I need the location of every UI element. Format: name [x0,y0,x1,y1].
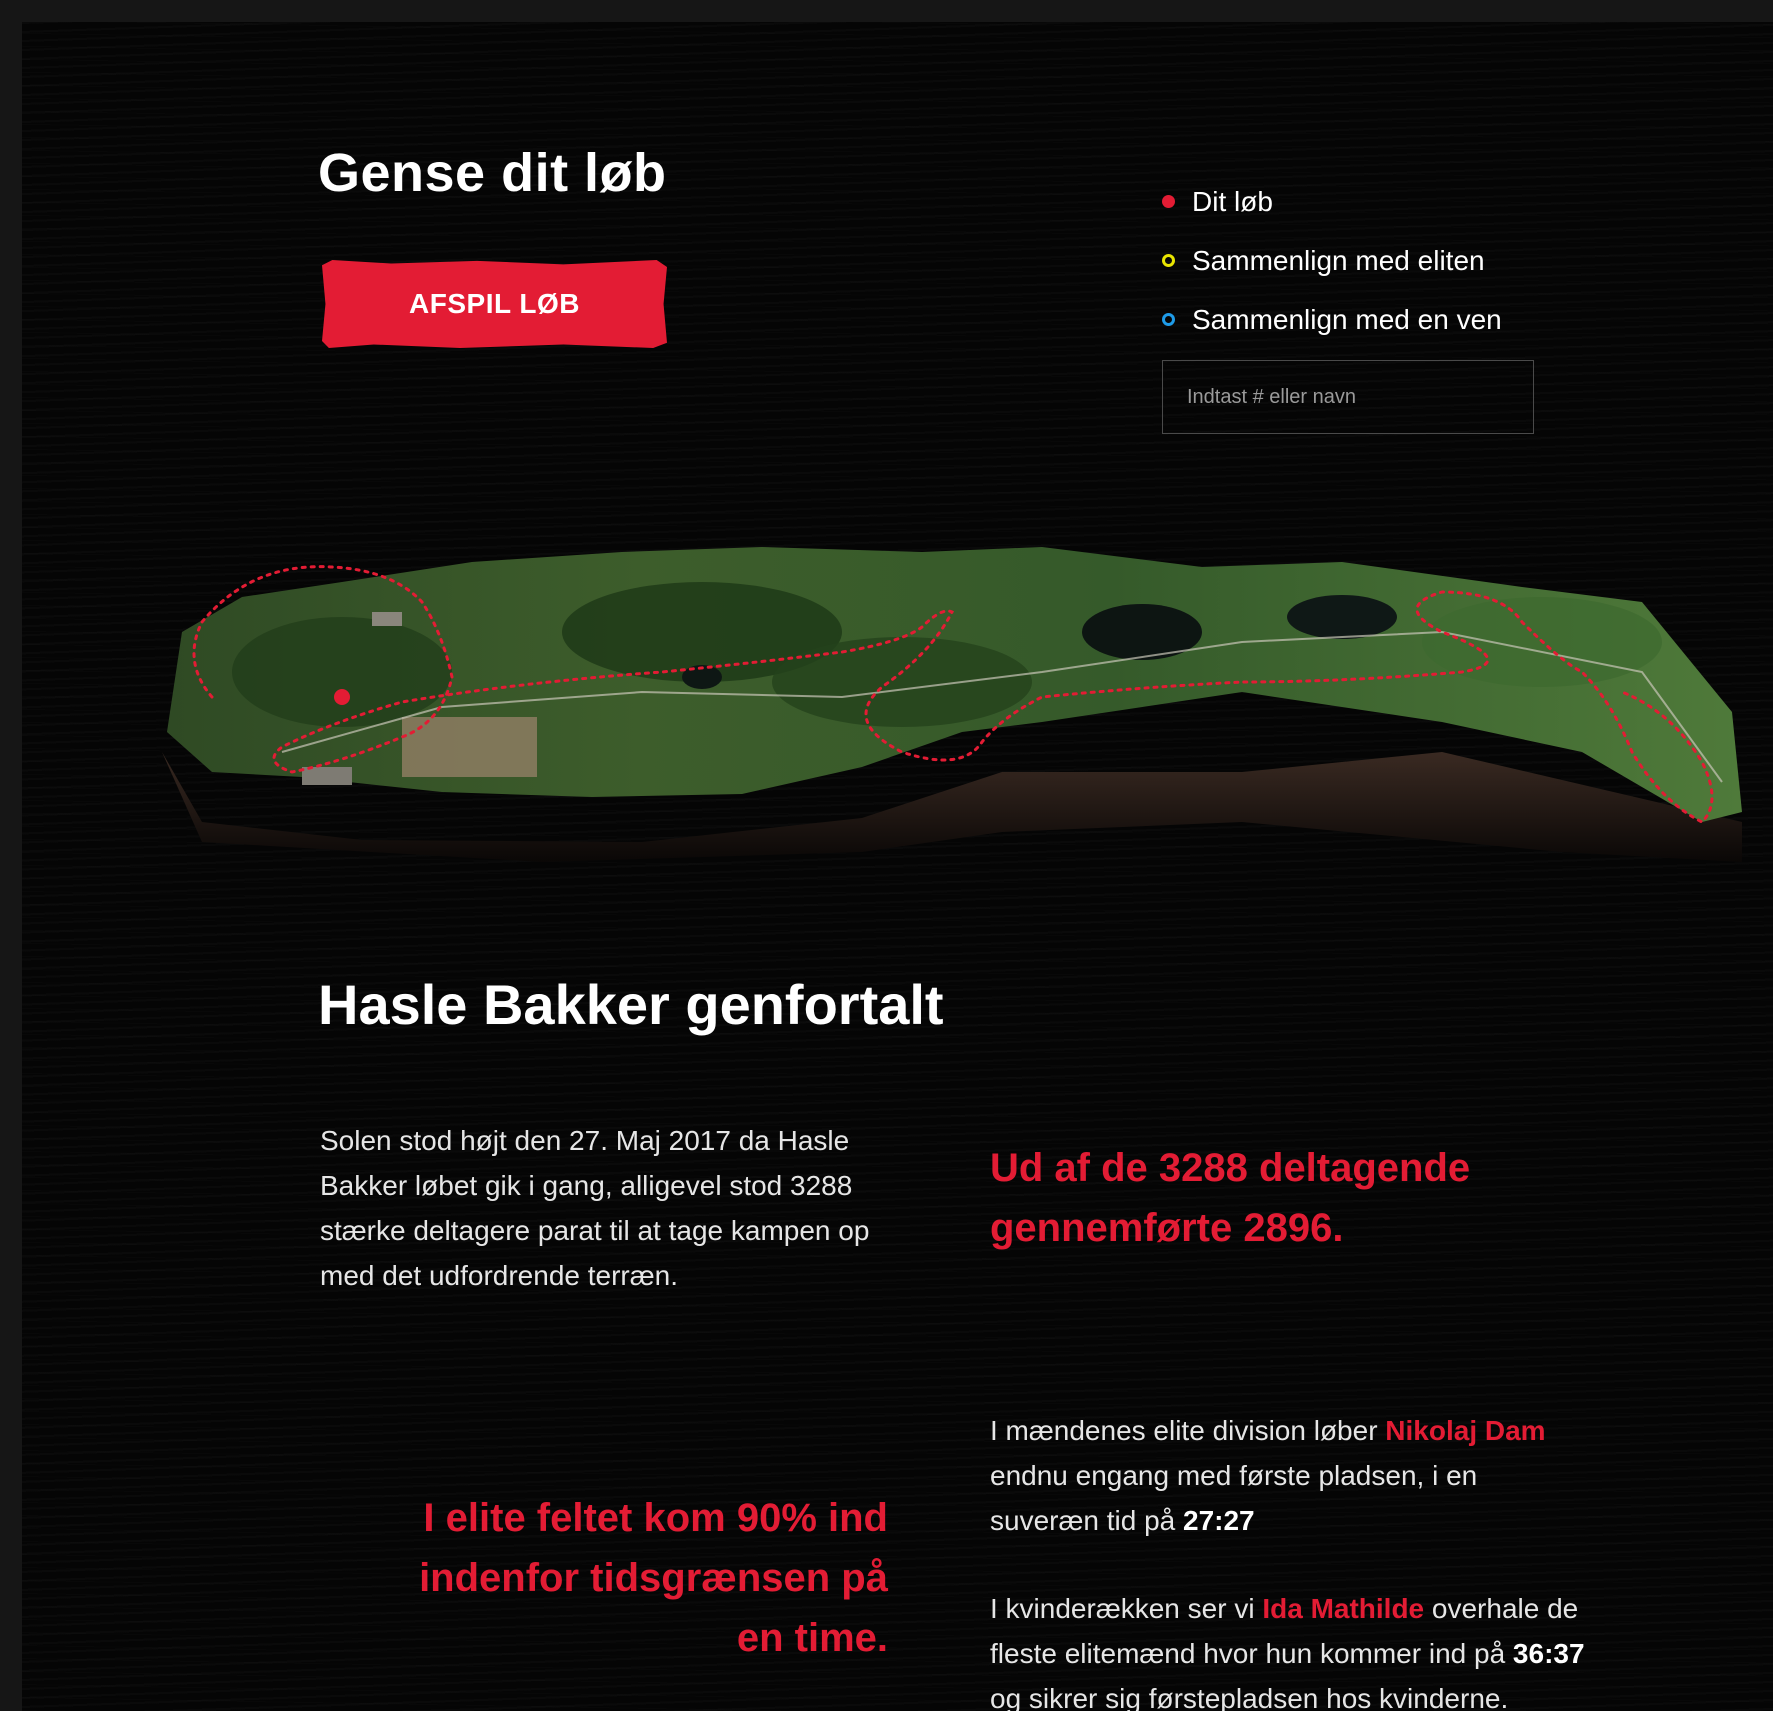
lake [1287,595,1397,639]
forest-patch [232,617,452,727]
forest-patch [772,637,1032,727]
building [302,767,352,785]
elite-stat: I elite feltet kom 90% ind indenfor tids… [419,1496,888,1660]
finishers-stat: Ud af de 3288 deltagende gennemførte 289… [990,1146,1471,1250]
men-elite-paragraph: I mændenes elite division løber Nikolaj … [990,1408,1590,1543]
intro-paragraph: Solen stod højt den 27. Maj 2017 da Hasl… [320,1125,870,1291]
yellow-ring-icon [1162,254,1175,267]
course-map[interactable] [142,522,1752,882]
runner-search-input[interactable] [1162,360,1534,434]
section-title: Hasle Bakker genfortalt [318,973,944,1036]
motocross-track [402,717,537,777]
page-title: Gense dit løb [318,143,667,203]
men-text-before: I mændenes elite division løber [990,1415,1386,1446]
runner-position-marker[interactable] [334,689,350,705]
men-winner-name: Nikolaj Dam [1385,1415,1546,1446]
women-winner-name: Ida Mathilde [1262,1593,1425,1624]
legend-item-compare-friend[interactable]: Sammenlign med en ven [1162,290,1502,349]
women-elite-paragraph: I kvinderækken ser vi Ida Mathilde overh… [990,1586,1590,1711]
men-winner-time: 27:27 [1183,1505,1255,1536]
legend-item-compare-elite[interactable]: Sammenlign med eliten [1162,231,1502,290]
blue-ring-icon [1162,313,1175,326]
red-dot-icon [1162,195,1175,208]
women-text-after: og sikrer sig førstepladsen hos kvindern… [990,1683,1509,1711]
legend-item-your-race[interactable]: Dit løb [1162,172,1502,231]
legend-label: Sammenlign med eliten [1192,244,1485,276]
legend-label: Sammenlign med en ven [1192,303,1502,335]
route-legend: Dit løb Sammenlign med eliten Sammenlign… [1162,172,1502,349]
building [372,612,402,626]
play-race-button[interactable]: AFSPIL LØB [322,260,667,348]
page: Gense dit løb AFSPIL LØB Dit løb Sammenl… [22,22,1773,1711]
women-text-before: I kvinderækken ser vi [990,1593,1263,1624]
women-winner-time: 36:37 [1512,1638,1585,1669]
legend-label: Dit løb [1192,185,1273,217]
